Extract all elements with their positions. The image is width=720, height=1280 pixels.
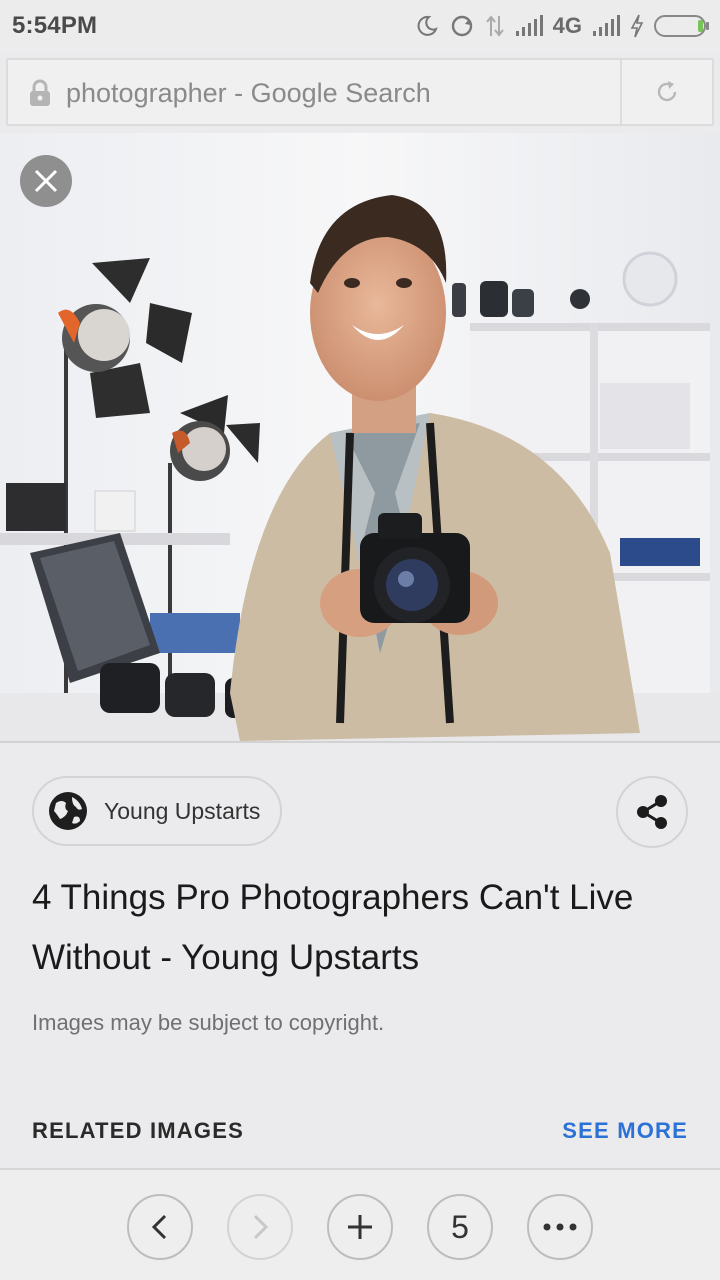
result-title[interactable]: 4 Things Pro Photographers Can't Live Wi… <box>32 868 692 988</box>
charging-icon <box>630 14 644 38</box>
see-more-link[interactable]: SEE MORE <box>562 1118 688 1144</box>
data-arrows-icon <box>485 15 504 37</box>
tab-count: 5 <box>451 1208 469 1245</box>
globe-icon <box>49 792 87 830</box>
bottom-nav: 5 <box>0 1168 720 1280</box>
result-image[interactable] <box>0 133 720 741</box>
back-button[interactable] <box>127 1194 193 1260</box>
signal-icon <box>593 15 620 36</box>
address-bar[interactable]: photographer - Google Search <box>6 58 714 126</box>
url-text[interactable]: photographer - Google Search <box>66 78 431 109</box>
reload-icon <box>657 81 677 102</box>
sync-icon <box>451 15 472 37</box>
status-bar: 5:54PM 4G <box>0 0 720 52</box>
more-icon <box>543 1223 577 1231</box>
battery-icon <box>654 15 709 37</box>
status-icons: 4G <box>415 12 710 40</box>
back-icon <box>151 1214 167 1240</box>
share-button[interactable] <box>616 776 688 848</box>
new-tab-icon <box>348 1215 372 1239</box>
source-chip[interactable]: Young Upstarts <box>32 776 283 846</box>
signal-icon <box>515 15 543 36</box>
status-time: 5:54PM <box>12 12 98 39</box>
reload-button[interactable] <box>622 60 712 124</box>
related-images-heading: RELATED IMAGES <box>32 1118 244 1143</box>
tabs-button[interactable]: 5 <box>427 1194 493 1260</box>
new-tab-button[interactable] <box>327 1194 393 1260</box>
moon-icon <box>417 15 438 36</box>
forward-icon <box>253 1214 269 1240</box>
image-viewer <box>0 133 720 743</box>
source-name: Young Upstarts <box>104 797 261 824</box>
copyright-note: Images may be subject to copyright. <box>32 1010 385 1035</box>
more-button[interactable] <box>527 1194 593 1260</box>
share-icon <box>637 795 667 829</box>
close-icon <box>34 169 58 193</box>
forward-button[interactable] <box>227 1194 293 1260</box>
network-label: 4G <box>552 13 582 38</box>
close-button[interactable] <box>20 155 72 207</box>
lock-icon <box>30 79 50 106</box>
